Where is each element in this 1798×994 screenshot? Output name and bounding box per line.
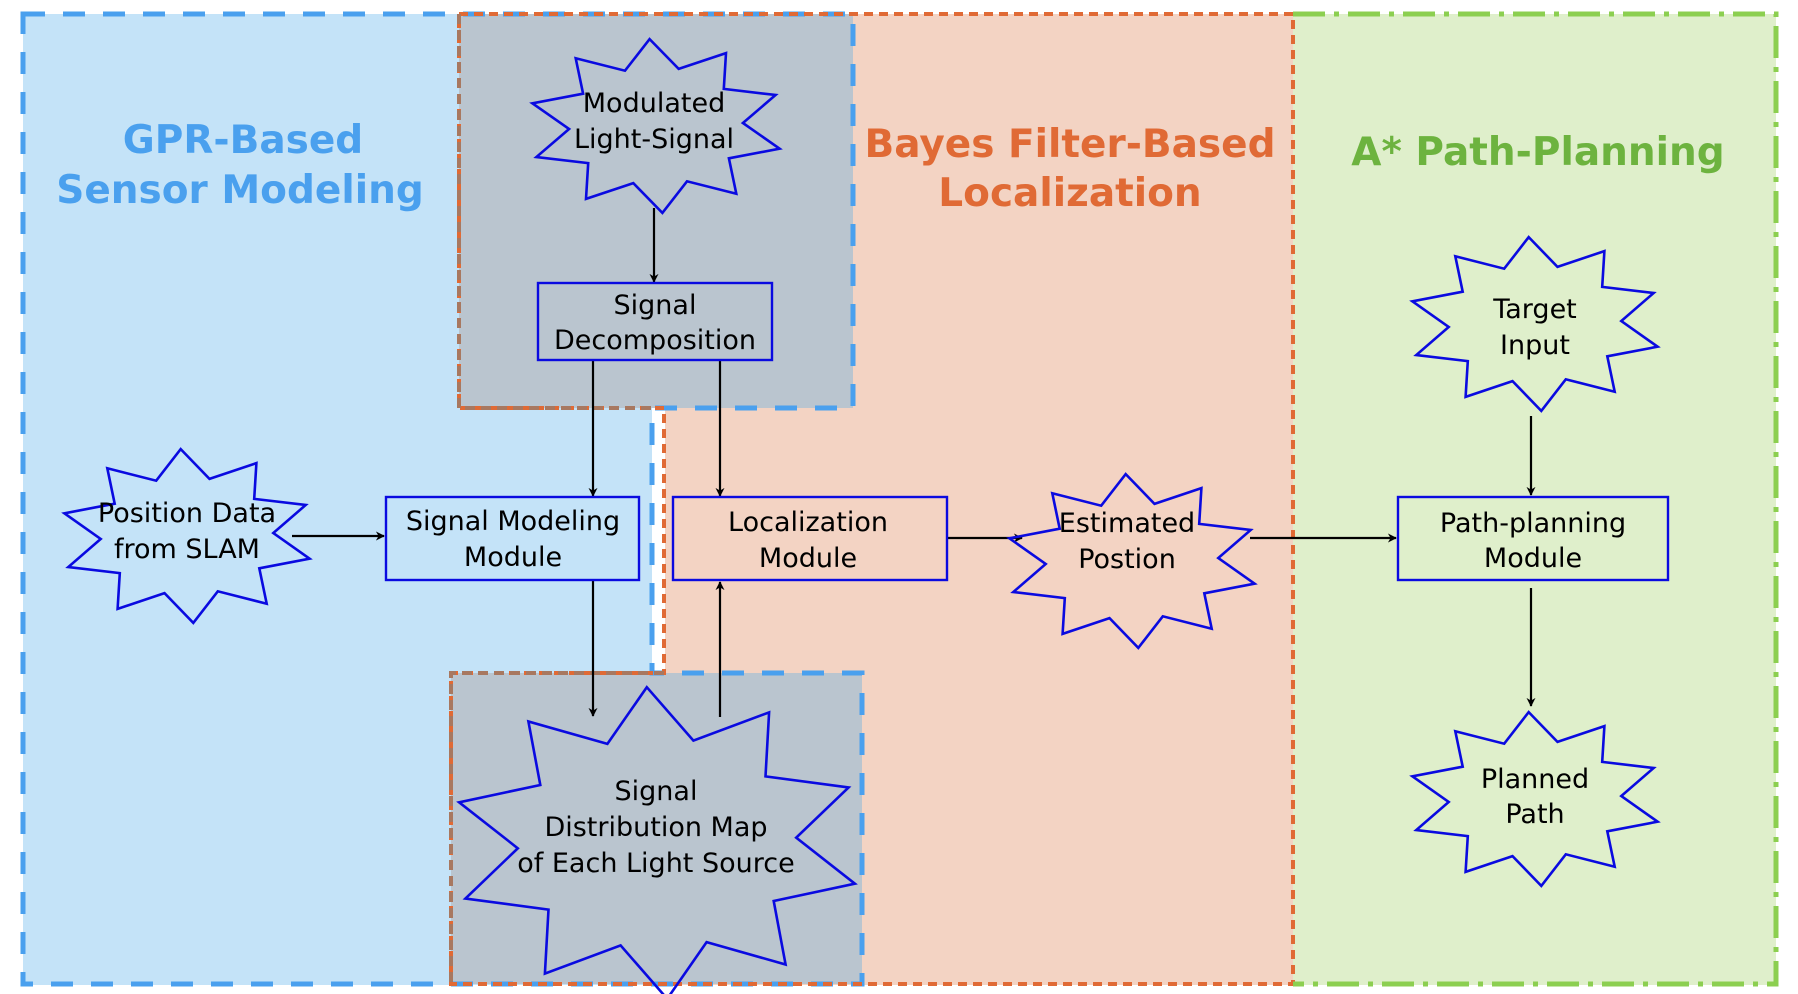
- node-distribution-line2: Distribution Map: [544, 812, 767, 843]
- node-decomposition-line2: Decomposition: [554, 325, 756, 356]
- region-bayes-title-line2: Localization: [938, 171, 1201, 216]
- node-target-line2: Input: [1500, 330, 1570, 361]
- node-planned-line2: Path: [1505, 799, 1564, 830]
- node-estimated-line1: Estimated: [1059, 508, 1195, 539]
- node-estimated-line2: Postion: [1078, 544, 1176, 575]
- region-astar-title: A* Path-Planning: [1351, 130, 1724, 175]
- node-signal-modeling-line1: Signal Modeling: [406, 506, 620, 537]
- node-path-planning-line1: Path-planning: [1440, 508, 1626, 539]
- region-bayes-title-line1: Bayes Filter-Based: [864, 122, 1275, 167]
- node-modulated-line1: Modulated: [583, 88, 725, 119]
- node-position-line2: from SLAM: [114, 534, 260, 565]
- node-localization-line2: Module: [759, 543, 857, 574]
- node-position-line1: Position Data: [98, 498, 276, 529]
- node-distribution-line3: of Each Light Source: [517, 848, 794, 879]
- node-distribution-line1: Signal: [615, 776, 698, 807]
- diagram-canvas: GPR-Based Sensor Modeling Bayes Filter-B…: [20, 11, 1779, 994]
- region-gpr-title-line1: GPR-Based: [123, 118, 363, 163]
- node-path-planning-line2: Module: [1484, 543, 1582, 574]
- node-decomposition-line1: Signal: [614, 290, 697, 321]
- node-localization-line1: Localization: [728, 507, 888, 538]
- node-target-line1: Target: [1492, 294, 1577, 325]
- node-planned-line1: Planned: [1481, 764, 1589, 795]
- node-modulated-line2: Light-Signal: [574, 124, 734, 155]
- node-signal-modeling-line2: Module: [464, 542, 562, 573]
- region-gpr-title-line2: Sensor Modeling: [56, 168, 424, 213]
